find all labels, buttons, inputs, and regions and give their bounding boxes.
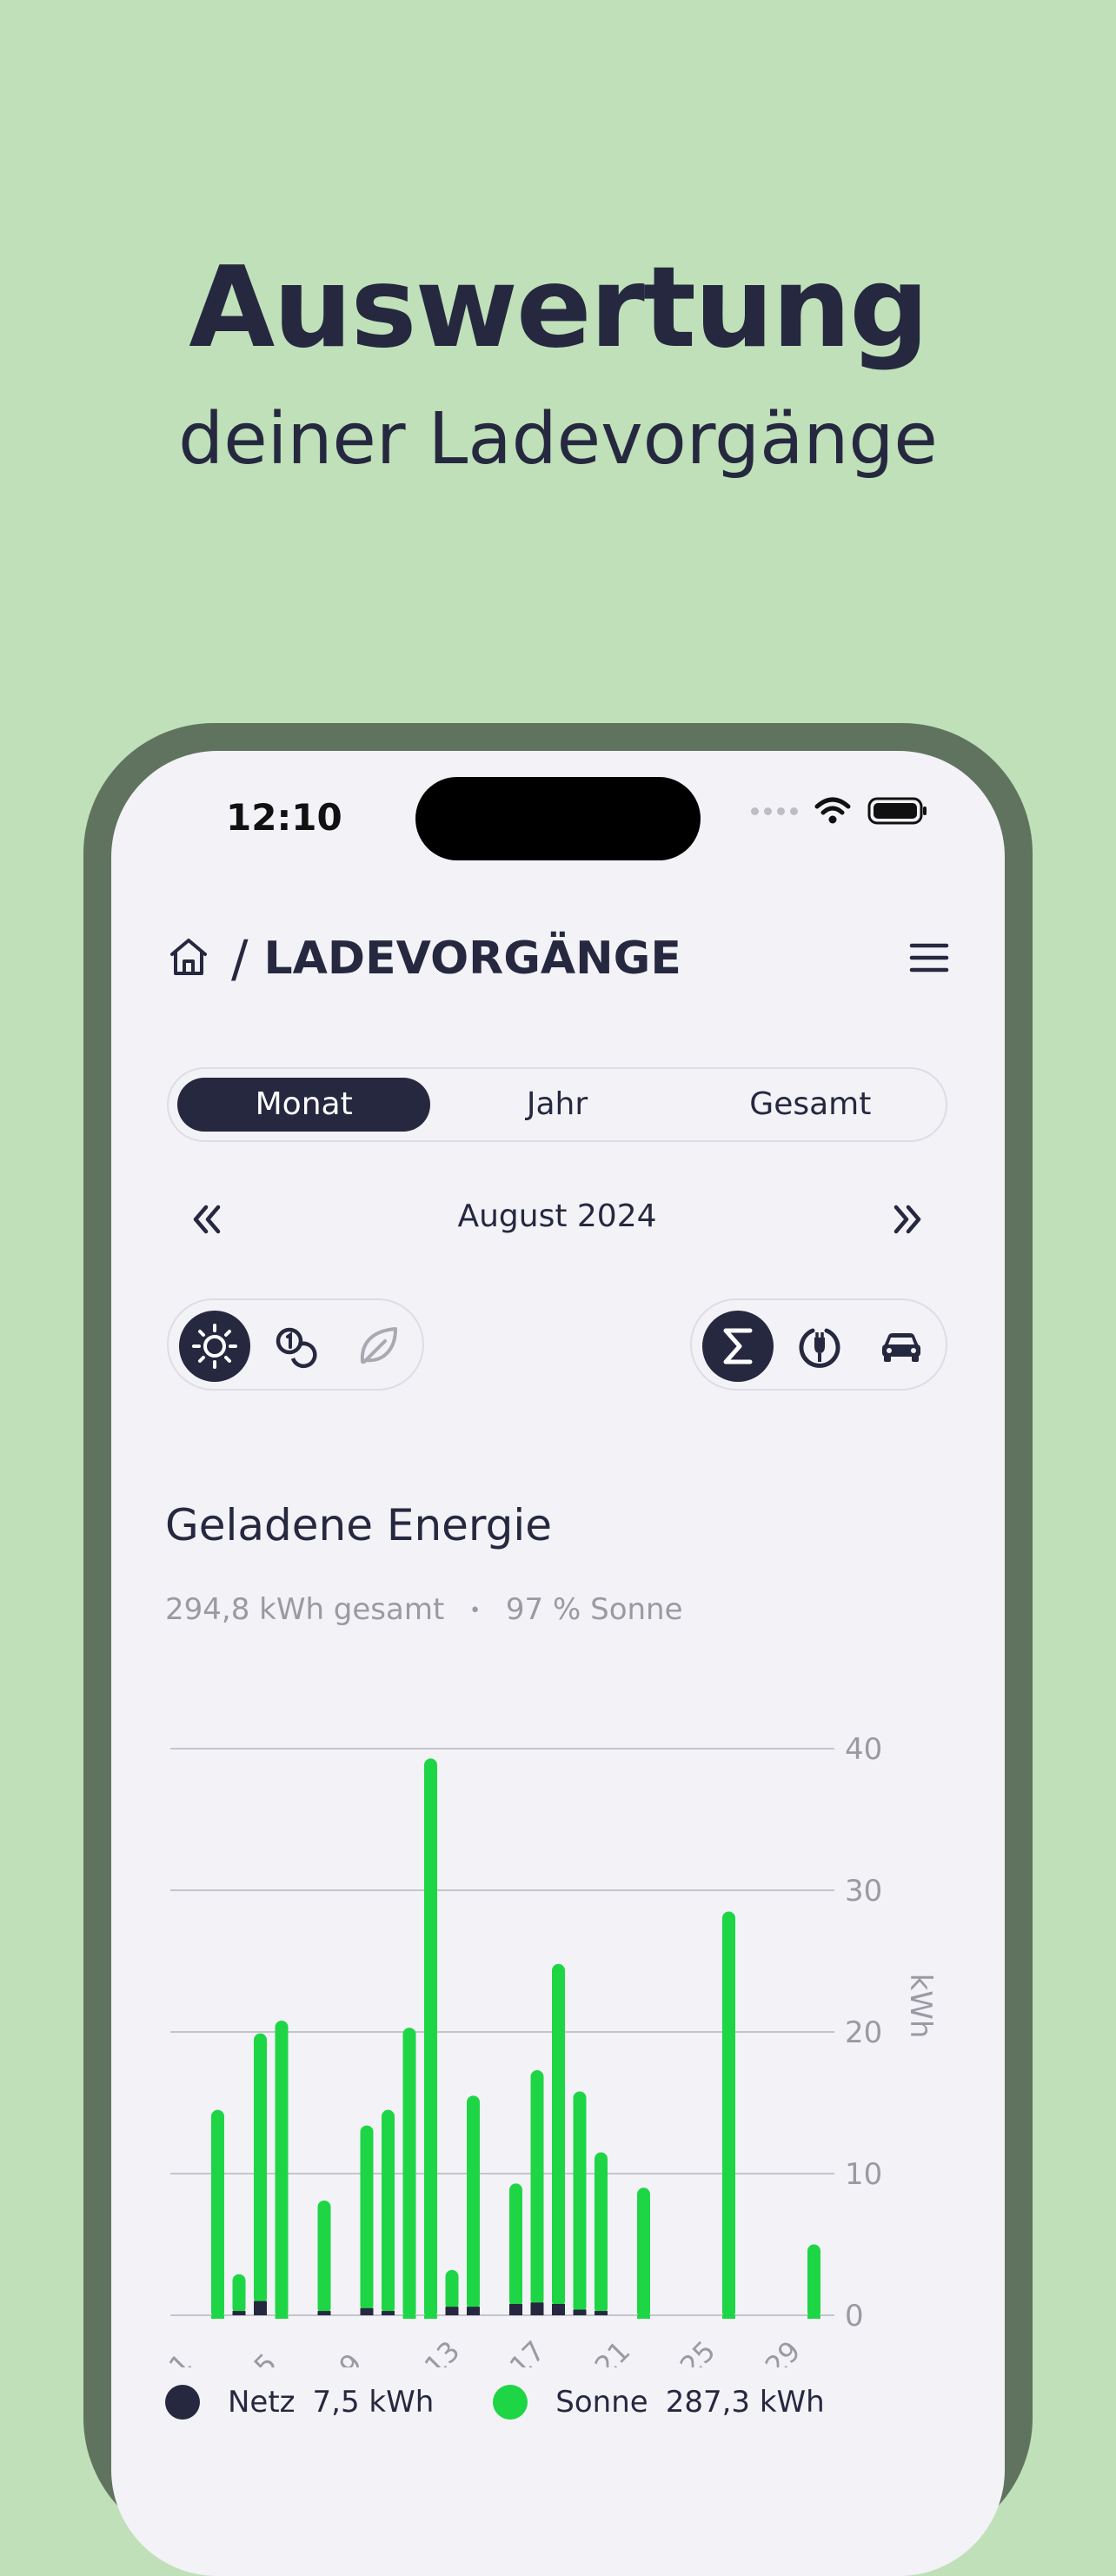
bar-netz xyxy=(509,2303,522,2315)
bar-sonne xyxy=(360,2125,374,2312)
bar-sonne xyxy=(402,2028,416,2319)
breadcrumb-separator: / xyxy=(231,929,249,988)
bar-sonne xyxy=(509,2183,522,2307)
promo-subline: deiner Ladevorgänge xyxy=(178,398,938,481)
bar-sonne xyxy=(254,2033,267,2305)
bar-sonne xyxy=(424,1758,437,2319)
breadcrumb: / LADEVORGÄNGE xyxy=(167,928,949,989)
bar-sonne xyxy=(211,2109,224,2319)
signal-dots-icon xyxy=(751,807,798,815)
legend-netz-value: 7,5 kWh xyxy=(312,2385,435,2420)
legend-netz-swatch xyxy=(165,2385,200,2420)
summary-total: 294,8 kWh gesamt xyxy=(165,1592,445,1627)
x-tick-label: 9 xyxy=(333,2347,369,2367)
tab-monat[interactable]: Monat xyxy=(177,1078,431,1132)
bar-sonne-cap xyxy=(637,2315,650,2319)
dynamic-island xyxy=(415,777,701,860)
sigma-icon[interactable] xyxy=(702,1311,774,1382)
bar-netz xyxy=(552,2303,565,2315)
x-tick-label: 5 xyxy=(248,2347,283,2367)
bar-sonne-cap xyxy=(424,2315,437,2319)
bar-netz xyxy=(445,2307,459,2315)
leaf-icon[interactable] xyxy=(342,1311,414,1382)
y-axis-label: kWh xyxy=(903,1974,938,2039)
bar-sonne xyxy=(467,2095,480,2311)
chart-title: Geladene Energie xyxy=(165,1500,552,1550)
status-time: 12:10 xyxy=(226,796,342,839)
bar-sonne xyxy=(722,1911,735,2319)
bar-netz xyxy=(573,2309,587,2315)
x-tick-label: 17 xyxy=(503,2334,552,2367)
charger-plug-icon[interactable] xyxy=(784,1311,855,1382)
summary-dot: • xyxy=(469,1600,482,1622)
hamburger-menu-icon[interactable] xyxy=(909,940,949,979)
bar-netz xyxy=(530,2302,544,2315)
bar-sonne xyxy=(573,2091,587,2314)
coins-icon[interactable] xyxy=(261,1311,332,1382)
bar-sonne-cap xyxy=(211,2315,224,2319)
bar-netz xyxy=(595,2311,608,2315)
bar-sonne-cap xyxy=(275,2315,289,2319)
double-chevron-right-icon[interactable] xyxy=(890,1202,925,1240)
car-icon[interactable] xyxy=(866,1311,937,1382)
bar-sonne xyxy=(317,2200,331,2315)
tab-jahr[interactable]: Jahr xyxy=(430,1078,683,1132)
metric-toggle-group xyxy=(167,1298,424,1391)
bar-netz xyxy=(317,2311,331,2315)
x-tick-label: 1 xyxy=(163,2347,198,2367)
bar-sonne xyxy=(232,2274,246,2315)
status-icons xyxy=(751,796,928,826)
bar-netz xyxy=(254,2300,267,2315)
sun-icon[interactable] xyxy=(179,1311,250,1382)
y-tick-label: 0 xyxy=(845,2299,864,2334)
x-tick-label: 29 xyxy=(759,2334,807,2367)
bar-sonne xyxy=(382,2109,395,2315)
bar-sonne xyxy=(637,2188,650,2319)
battery-icon xyxy=(867,797,927,825)
legend-netz-label: Netz xyxy=(228,2385,296,2420)
bar-sonne xyxy=(445,2269,459,2311)
wifi-icon xyxy=(814,797,851,824)
page-title: LADEVORGÄNGE xyxy=(263,933,681,985)
bar-sonne-cap xyxy=(402,2315,416,2319)
home-icon[interactable] xyxy=(167,935,210,982)
phone-screen: 12:10 / LADEVORGÄNGE Monat Jahr Gesamt A… xyxy=(111,751,1005,2576)
y-tick-label: 20 xyxy=(845,2015,882,2050)
period-segmented-control: Monat Jahr Gesamt xyxy=(167,1067,947,1142)
bar-netz xyxy=(382,2311,395,2315)
bar-sonne-cap xyxy=(807,2315,820,2319)
tab-gesamt[interactable]: Gesamt xyxy=(684,1078,937,1132)
y-tick-label: 40 xyxy=(845,1732,882,1767)
summary-share: 97 % Sonne xyxy=(505,1592,683,1627)
energy-bar-chart: 0 10 20 30 40 kWh 1 5 9 13 17 21 25 29 xyxy=(163,1732,938,2367)
promo-headline: Auswertung xyxy=(189,243,929,373)
bar-netz xyxy=(467,2307,480,2315)
x-tick-label: 21 xyxy=(588,2334,637,2367)
group-toggle-group xyxy=(690,1298,947,1391)
chart-summary: 294,8 kWh gesamt • 97 % Sonne xyxy=(165,1592,683,1627)
chart-legend: Netz 7,5 kWh Sonne 287,3 kWh xyxy=(165,2385,825,2420)
bar-sonne-cap xyxy=(722,2315,735,2319)
bar-sonne xyxy=(530,2070,544,2307)
y-tick-label: 10 xyxy=(845,2157,882,2192)
bar-sonne xyxy=(595,2152,608,2315)
x-tick-label: 13 xyxy=(418,2334,467,2367)
bar-netz xyxy=(232,2311,246,2315)
legend-sonne-swatch xyxy=(493,2385,528,2420)
legend-sonne-label: Sonne xyxy=(555,2385,648,2420)
month-label: August 2024 xyxy=(457,1198,657,1234)
bar-sonne xyxy=(552,1963,565,2307)
x-tick-label: 25 xyxy=(674,2334,722,2367)
month-navigator: August 2024 xyxy=(167,1190,947,1251)
bar-sonne xyxy=(807,2244,820,2319)
y-tick-label: 30 xyxy=(845,1874,882,1909)
bar-sonne xyxy=(275,2020,289,2319)
legend-sonne-value: 287,3 kWh xyxy=(665,2385,825,2420)
bar-netz xyxy=(360,2307,374,2315)
